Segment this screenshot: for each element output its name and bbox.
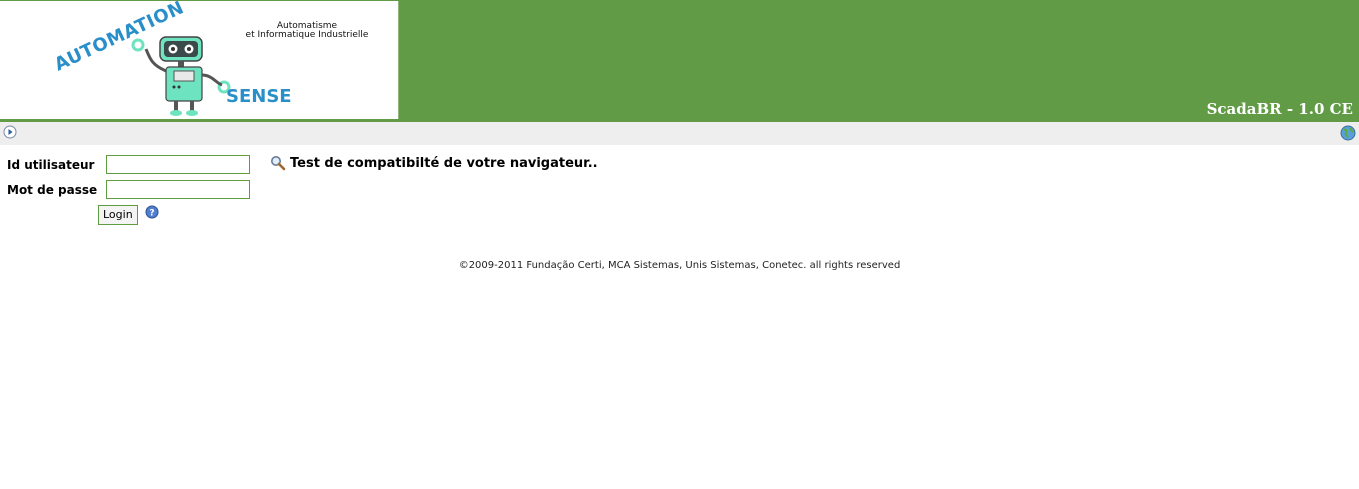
password-input[interactable]: [106, 180, 250, 199]
robot-mascot-icon: [144, 36, 223, 116]
automation-sense-logo: AUTOMATION SENSE: [51, 1, 292, 116]
magnifier-icon: [271, 156, 286, 171]
help-icon[interactable]: ?: [145, 205, 159, 219]
logo-word-bottom: SENSE: [226, 86, 292, 107]
username-label: Id utilisateur: [7, 158, 95, 172]
copyright-footer: ©2009-2011 Fundação Certi, MCA Sistemas,…: [458, 260, 901, 271]
compat-test-text: Test de compatibilté de votre navigateur…: [290, 156, 598, 171]
logo-tagline: Automatisme et Informatique Industrielle: [232, 22, 382, 40]
login-button[interactable]: Login: [98, 205, 138, 225]
header-bar: AUTOMATION SENSE Automatisme et Informat…: [0, 0, 1359, 122]
play-circle-icon[interactable]: [3, 125, 17, 139]
tagline-line-2: et Informatique Industrielle: [245, 30, 369, 40]
svg-text:?: ?: [149, 209, 154, 219]
password-label: Mot de passe: [7, 183, 98, 197]
logo-panel: AUTOMATION SENSE Automatisme et Informat…: [0, 1, 399, 119]
toolbar: [0, 122, 1359, 145]
username-input[interactable]: [106, 155, 250, 174]
globe-icon[interactable]: [1340, 125, 1356, 141]
app-title: ScadaBR - 1.0 CE: [1206, 100, 1353, 118]
